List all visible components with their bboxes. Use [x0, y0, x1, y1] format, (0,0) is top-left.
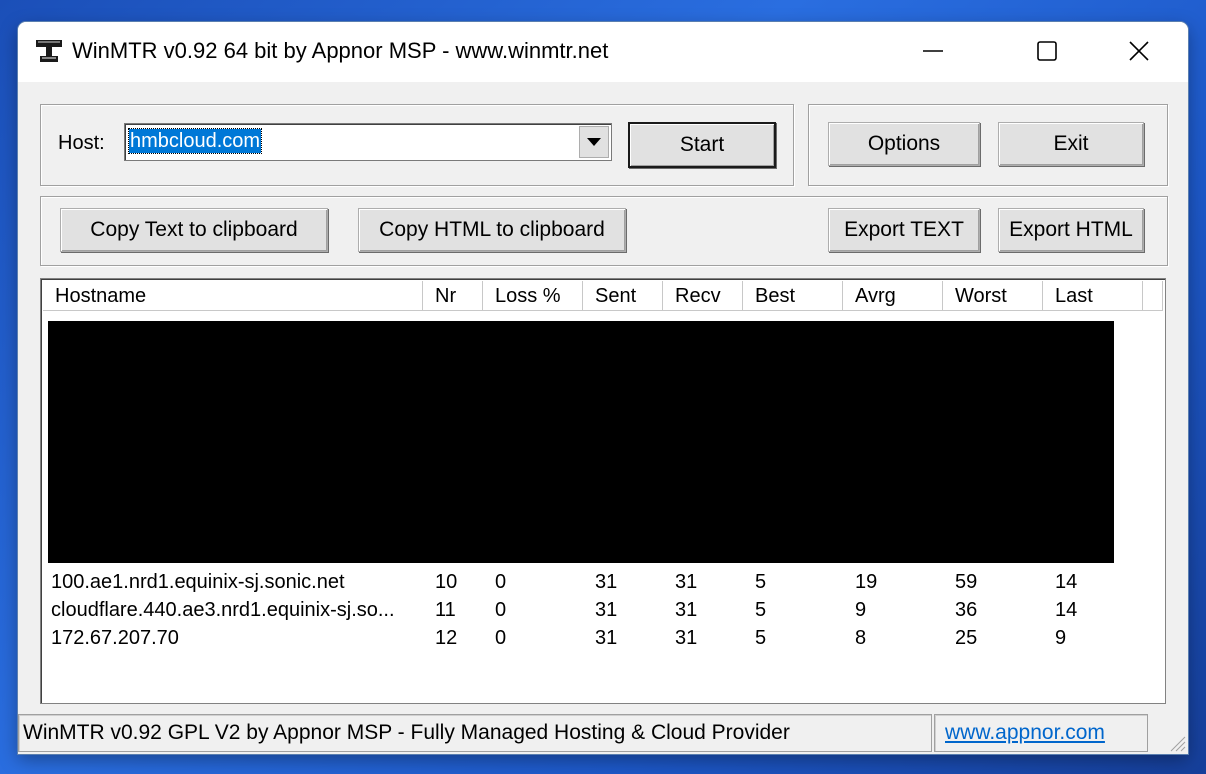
cell-avrg: 8 — [855, 627, 867, 649]
cell-hostname: 172.67.207.70 — [51, 627, 179, 649]
column-avrg[interactable]: Avrg — [843, 281, 943, 311]
export-text-button[interactable]: Export TEXT — [828, 208, 980, 252]
column-nr[interactable]: Nr — [423, 281, 483, 311]
appnor-link[interactable]: www.appnor.com — [945, 721, 1105, 744]
column-best[interactable]: Best — [743, 281, 843, 311]
column-sent[interactable]: Sent — [583, 281, 663, 311]
title-bar[interactable]: WinMTR v0.92 64 bit by Appnor MSP - www.… — [18, 22, 1188, 82]
copy-text-button[interactable]: Copy Text to clipboard — [60, 208, 328, 252]
table-row[interactable]: cloudflare.440.ae3.nrd1.equinix-sj.so...… — [43, 596, 1163, 624]
cell-best: 5 — [755, 599, 767, 621]
close-icon — [1129, 41, 1149, 61]
chevron-down-icon — [587, 138, 601, 146]
cell-best: 5 — [755, 627, 767, 649]
resize-grip-icon[interactable] — [1168, 734, 1186, 752]
table-row[interactable]: 172.67.207.70 12 0 31 31 5 8 25 9 — [43, 624, 1163, 652]
cell-best: 5 — [755, 571, 767, 593]
cell-recv: 31 — [675, 571, 698, 593]
cell-worst: 36 — [955, 599, 978, 621]
column-filler — [1143, 281, 1163, 311]
host-input[interactable]: hmbcloud.com — [127, 128, 263, 154]
cell-loss: 0 — [495, 599, 507, 621]
table-row[interactable]: 100.ae1.nrd1.equinix-sj.sonic.net 10 0 3… — [43, 568, 1163, 596]
host-label: Host: — [58, 132, 105, 154]
cell-last: 14 — [1055, 571, 1078, 593]
column-worst[interactable]: Worst — [943, 281, 1043, 311]
cell-worst: 25 — [955, 627, 978, 649]
status-link-pane: www.appnor.com — [934, 714, 1148, 752]
column-loss[interactable]: Loss % — [483, 281, 583, 311]
column-last[interactable]: Last — [1043, 281, 1143, 311]
cell-avrg: 9 — [855, 599, 867, 621]
cell-last: 9 — [1055, 627, 1067, 649]
cell-nr: 11 — [435, 599, 456, 621]
minimize-icon — [923, 50, 943, 52]
winmtr-window: WinMTR v0.92 64 bit by Appnor MSP - www.… — [18, 22, 1188, 754]
column-hostname[interactable]: Hostname — [43, 281, 423, 311]
redaction-block — [48, 321, 1114, 563]
cell-nr: 10 — [435, 571, 458, 593]
column-recv[interactable]: Recv — [663, 281, 743, 311]
cell-sent: 31 — [595, 571, 618, 593]
status-bar: WinMTR v0.92 GPL V2 by Appnor MSP - Full… — [18, 712, 1188, 754]
cell-hostname: 100.ae1.nrd1.equinix-sj.sonic.net — [51, 571, 345, 593]
status-text: WinMTR v0.92 GPL V2 by Appnor MSP - Full… — [18, 714, 932, 752]
cell-loss: 0 — [495, 571, 507, 593]
options-button[interactable]: Options — [828, 122, 980, 166]
table-header: Hostname Nr Loss % Sent Recv Best Avrg W… — [43, 281, 1163, 311]
cell-loss: 0 — [495, 627, 507, 649]
cell-last: 14 — [1055, 599, 1078, 621]
start-button[interactable]: Start — [628, 122, 776, 168]
cell-avrg: 19 — [855, 571, 878, 593]
minimize-button[interactable] — [910, 22, 956, 80]
host-combobox[interactable]: hmbcloud.com — [124, 123, 612, 161]
cell-hostname: cloudflare.440.ae3.nrd1.equinix-sj.so... — [51, 599, 395, 621]
cell-sent: 31 — [595, 599, 618, 621]
cell-sent: 31 — [595, 627, 618, 649]
cell-nr: 12 — [435, 627, 458, 649]
copy-html-button[interactable]: Copy HTML to clipboard — [358, 208, 626, 252]
close-button[interactable] — [1116, 22, 1162, 80]
maximize-icon — [1037, 41, 1057, 61]
cell-recv: 31 — [675, 599, 698, 621]
export-html-button[interactable]: Export HTML — [998, 208, 1144, 252]
window-title: WinMTR v0.92 64 bit by Appnor MSP - www.… — [72, 38, 609, 63]
exit-button[interactable]: Exit — [998, 122, 1144, 166]
cell-worst: 59 — [955, 571, 978, 593]
maximize-button[interactable] — [1024, 22, 1070, 80]
combo-dropdown-button[interactable] — [579, 126, 609, 158]
cell-recv: 31 — [675, 627, 698, 649]
app-icon — [36, 40, 62, 62]
